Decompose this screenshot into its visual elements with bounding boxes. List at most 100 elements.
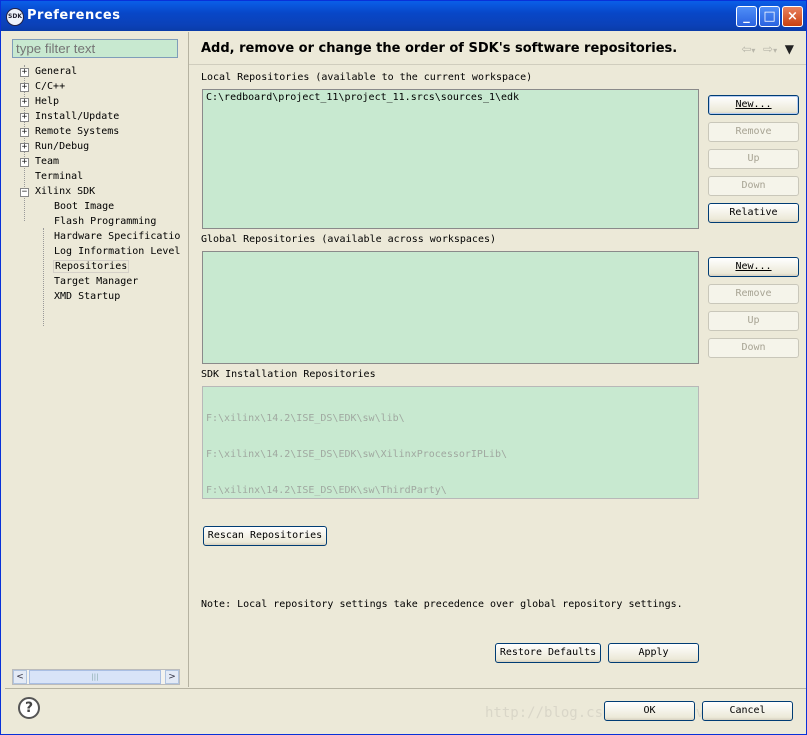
button-label: Up	[747, 315, 760, 326]
help-icon[interactable]: ?	[18, 697, 40, 719]
tree-item-label: Target Manager	[54, 276, 139, 287]
tree-item-label: Remote Systems	[35, 126, 120, 137]
tree-item-remote-systems[interactable]: + Remote Systems	[20, 125, 119, 139]
button-label: New...	[735, 99, 772, 110]
button-label: Restore Defaults	[499, 647, 597, 658]
ok-button[interactable]: OK	[604, 701, 695, 721]
preference-tree-pane: + General + C/C++ + Help + Install/Update + R…	[5, 32, 189, 687]
local-repositories-list[interactable]: C:\redboard\project_11\project_11.srcs\s…	[202, 89, 699, 229]
tree-item-label: XMD Startup	[54, 291, 121, 302]
tree-item-label: General	[35, 66, 78, 77]
window-title: Preferences	[27, 8, 121, 23]
forward-dropdown-icon[interactable]: ▾	[773, 46, 777, 55]
global-remove-button[interactable]: Remove	[708, 284, 799, 304]
tree-item-repositories[interactable]: Repositories	[52, 260, 130, 274]
tree-item-target-manager[interactable]: Target Manager	[54, 275, 138, 289]
expand-plus-icon[interactable]: +	[20, 98, 29, 107]
global-down-button[interactable]: Down	[708, 338, 799, 358]
page-title: Add, remove or change the order of SDK's…	[201, 41, 678, 56]
expand-plus-icon[interactable]: +	[20, 113, 29, 122]
button-label: Cancel	[729, 705, 766, 716]
local-remove-button[interactable]: Remove	[708, 122, 799, 142]
local-up-button[interactable]: Up	[708, 149, 799, 169]
collapse-minus-icon[interactable]: −	[20, 188, 29, 197]
cancel-button[interactable]: Cancel	[702, 701, 793, 721]
title-bar[interactable]: SDK Preferences _ □ ×	[1, 1, 806, 31]
preferences-window: SDK Preferences _ □ × + General + C/C++ + H…	[0, 0, 807, 735]
button-label: Up	[747, 153, 760, 164]
sdk-app-icon: SDK	[6, 8, 24, 26]
tree-item-label-selected: Repositories	[52, 260, 130, 273]
tree-item-help[interactable]: + Help	[20, 95, 59, 109]
local-down-button[interactable]: Down	[708, 176, 799, 196]
tree-item-general[interactable]: + General	[20, 65, 77, 79]
tree-horizontal-scrollbar[interactable]: < ||| >	[12, 669, 180, 685]
tree-item-install-update[interactable]: + Install/Update	[20, 110, 119, 124]
rescan-repositories-button[interactable]: Rescan Repositories	[203, 526, 327, 546]
expand-plus-icon[interactable]: +	[20, 158, 29, 167]
tree-item-label: Run/Debug	[35, 141, 90, 152]
tree-item-label: C/C++	[35, 81, 66, 92]
list-item[interactable]: C:\redboard\project_11\project_11.srcs\s…	[206, 92, 695, 104]
forward-arrow-icon[interactable]: ⇨	[763, 42, 773, 56]
list-item: F:\xilinx\14.2\ISE_DS\EDK\sw\XilinxProce…	[206, 449, 508, 460]
local-new-button[interactable]: New...	[708, 95, 799, 115]
scroll-right-arrow-icon[interactable]: >	[165, 670, 179, 684]
button-label: New...	[735, 261, 772, 272]
button-label: Apply	[638, 647, 669, 658]
tree-line	[43, 228, 44, 326]
global-up-button[interactable]: Up	[708, 311, 799, 331]
tree-item-label: Boot Image	[54, 201, 115, 212]
scroll-left-arrow-icon[interactable]: <	[13, 670, 27, 684]
list-item: F:\xilinx\14.2\ISE_DS\EDK\sw\lib\	[206, 413, 405, 424]
tree-item-label: Log Information Level	[54, 246, 181, 257]
back-dropdown-icon[interactable]: ▾	[751, 46, 755, 55]
page-header: Add, remove or change the order of SDK's…	[189, 32, 806, 65]
global-new-button[interactable]: New...	[708, 257, 799, 277]
back-arrow-icon[interactable]: ⇦	[741, 42, 751, 56]
sdk-repositories-label: SDK Installation Repositories	[201, 369, 376, 380]
global-repositories-list[interactable]	[202, 251, 699, 364]
tree-item-label: Help	[35, 96, 60, 107]
tree-item-label: Flash Programming	[54, 216, 157, 227]
restore-defaults-button[interactable]: Restore Defaults	[495, 643, 601, 663]
tree-item-label: Terminal	[35, 171, 84, 182]
minimize-button[interactable]: _	[736, 6, 757, 27]
tree-item-run-debug[interactable]: + Run/Debug	[20, 140, 89, 154]
tree-item-xilinx-sdk[interactable]: − Xilinx SDK	[20, 185, 95, 199]
expand-plus-icon[interactable]: +	[20, 128, 29, 137]
view-menu-icon[interactable]: ▼	[785, 42, 794, 56]
button-label: Down	[741, 180, 766, 191]
tree-item-flash-programming[interactable]: Flash Programming	[54, 215, 156, 229]
local-repositories-label: Local Repositories (available to the cur…	[201, 72, 533, 83]
close-button[interactable]: ×	[782, 6, 803, 27]
scroll-thumb[interactable]: |||	[29, 670, 161, 684]
expand-plus-icon[interactable]: +	[20, 143, 29, 152]
button-label: Remove	[735, 126, 772, 137]
local-relative-button[interactable]: Relative	[708, 203, 799, 223]
filter-input[interactable]	[12, 39, 178, 58]
apply-button[interactable]: Apply	[608, 643, 699, 663]
expand-plus-icon[interactable]: +	[20, 68, 29, 77]
tree-item-xmd-startup[interactable]: XMD Startup	[54, 290, 120, 304]
precedence-note: Note: Local repository settings take pre…	[201, 599, 683, 610]
button-label: Rescan Repositories	[207, 530, 323, 541]
tree-item-terminal[interactable]: Terminal	[20, 170, 83, 184]
sdk-repositories-list: F:\xilinx\14.2\ISE_DS\EDK\sw\lib\ F:\xil…	[202, 386, 699, 499]
tree-item-label: Install/Update	[35, 111, 120, 122]
tree-item-cpp[interactable]: + C/C++	[20, 80, 65, 94]
tree-item-team[interactable]: + Team	[20, 155, 59, 169]
tree-item-log-information-level[interactable]: Log Information Level	[54, 245, 182, 259]
tree-item-label: Hardware Specificatio	[54, 231, 181, 242]
button-label: Down	[741, 342, 766, 353]
button-label: Remove	[735, 288, 772, 299]
nav-controls: ⇦▾ ⇨▾ ▼	[741, 42, 794, 56]
button-label: Relative	[729, 207, 778, 218]
global-repositories-label: Global Repositories (available across wo…	[201, 234, 497, 245]
maximize-button[interactable]: □	[759, 6, 780, 27]
list-item: F:\xilinx\14.2\ISE_DS\EDK\sw\ThirdParty\	[206, 485, 447, 496]
expand-plus-icon[interactable]: +	[20, 83, 29, 92]
tree-item-hardware-specification[interactable]: Hardware Specificatio	[54, 230, 182, 244]
button-label: OK	[643, 705, 656, 716]
tree-item-boot-image[interactable]: Boot Image	[54, 200, 114, 214]
